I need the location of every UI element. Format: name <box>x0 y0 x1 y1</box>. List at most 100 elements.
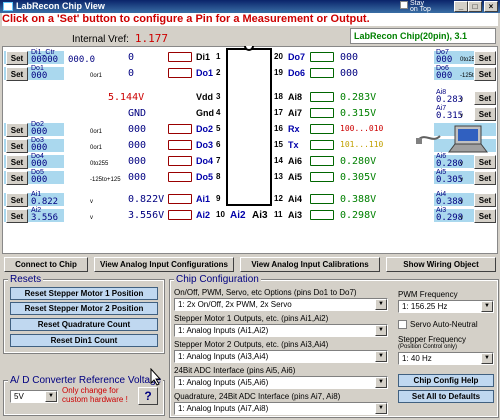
stepper2-select[interactable]: 1: Analog Inputs (Ai3,Ai4) ▼ <box>174 350 388 363</box>
quad-select[interactable]: 1: Analog Inputs (Ai7,Ai8) ▼ <box>174 402 388 415</box>
left-pin-sub: 0or1 <box>90 145 103 151</box>
set-button-right-1[interactable]: Set <box>474 51 496 65</box>
chevron-down-icon: ▼ <box>375 377 387 388</box>
analog-configs-button[interactable]: View Analog Input Configurations <box>94 257 234 272</box>
set-button-left-9[interactable]: Set <box>6 193 28 207</box>
left-pin-number: 2 <box>216 68 221 77</box>
analog-cals-button[interactable]: View Analog Input Calibrations <box>240 257 380 272</box>
vref-label: Internal Vref: <box>72 34 129 45</box>
right-pin-mode-icon <box>310 92 334 102</box>
stepper-freq-select[interactable]: 1: 40 Hz ▼ <box>398 352 494 365</box>
left-pin-sub: 0or1 <box>90 129 103 135</box>
servo-checkbox[interactable] <box>398 320 407 329</box>
chevron-down-icon: ▼ <box>375 299 387 310</box>
vref-value: 1.177 <box>134 32 169 45</box>
left-pin-name: Do1 <box>196 68 214 78</box>
set-button-right-3[interactable]: Set <box>474 91 496 105</box>
right-pin-value: 000 <box>436 55 453 65</box>
right-pin-number: 11 <box>274 210 283 219</box>
right-pin-number: 20 <box>274 52 283 61</box>
stepper-freq-sub: (Position Control only) <box>398 344 458 350</box>
left-display: 0 <box>128 68 135 79</box>
right-pin-sub: v <box>460 199 463 205</box>
set-button-right-8[interactable]: Set <box>474 171 496 185</box>
set-button-left-10[interactable]: Set <box>6 209 28 223</box>
config-title: Chip Configuration <box>174 274 261 285</box>
right-display: 0.298V <box>340 210 377 221</box>
adc-voltage-select[interactable]: 5V ▼ <box>10 390 58 403</box>
set-button-right-7[interactable]: Set <box>474 155 496 169</box>
left-display: 000 <box>128 156 147 167</box>
right-pin-number: 19 <box>274 68 283 77</box>
stepper1-select[interactable]: 1: Analog Inputs (Ai1,Ai2) ▼ <box>174 324 388 337</box>
right-pin-name: Ai3 <box>288 210 303 220</box>
chevron-down-icon: ▼ <box>45 391 57 402</box>
set-button-right-10[interactable]: Set <box>474 209 496 223</box>
left-pin-number: 8 <box>216 172 221 181</box>
stay-on-top-checkbox[interactable]: Stay on Top <box>400 0 432 13</box>
left-display: 5.144V <box>108 92 145 103</box>
left-pin-value: 000 <box>31 175 48 185</box>
right-display: 0.283V <box>340 92 377 103</box>
chip-body <box>226 48 272 206</box>
wiring-button[interactable]: Show Wiring Object <box>386 257 496 272</box>
right-pin-sub: v <box>460 161 463 167</box>
left-pin-name: Di1 <box>196 52 211 62</box>
pwm-select[interactable]: 1: 156.25 Hz ▼ <box>398 300 494 313</box>
left-pin-number: 6 <box>216 140 221 149</box>
right-display: 101...110 <box>340 140 384 149</box>
reset-din1-button[interactable]: Reset Din1 Count <box>10 334 158 347</box>
left-pin-number: 9 <box>216 194 221 203</box>
left-pin-number: 7 <box>216 156 221 165</box>
right-display: 0.305V <box>340 172 377 183</box>
resets-title: Resets <box>8 274 44 285</box>
left-pin-value: 000 <box>31 71 48 81</box>
set-button-left-8[interactable]: Set <box>6 171 28 185</box>
left-display: 3.556V <box>128 210 165 221</box>
checkbox-icon <box>400 1 408 9</box>
laptop-icon <box>448 125 488 153</box>
left-pin-value: 000 <box>31 143 48 153</box>
set-button-right-2[interactable]: Set <box>474 67 496 81</box>
adc24-select[interactable]: 1: Analog Inputs (Ai5,Ai6) ▼ <box>174 376 388 389</box>
left-pin-name: Gnd <box>196 108 214 118</box>
adc-title: A/ D Converter Reference Voltage <box>8 375 164 386</box>
left-pin-value: 000 <box>31 127 48 137</box>
minimize-button[interactable]: _ <box>454 1 468 12</box>
instruction-text: Click on a 'Set' button to configure a P… <box>2 13 498 26</box>
onoff-select[interactable]: 1: 2x On/Off, 2x PWM, 2x Servo ▼ <box>174 298 388 311</box>
set-button-left-5[interactable]: Set <box>6 123 28 137</box>
reset-stepper2-button[interactable]: Reset Stepper Motor 2 Position <box>10 302 158 315</box>
right-pin-number: 17 <box>274 108 283 117</box>
right-pin-name: Do6 <box>288 68 306 78</box>
maximize-button[interactable]: □ <box>468 1 482 12</box>
left-display: 0 <box>128 52 135 63</box>
set-button-right-9[interactable]: Set <box>474 193 496 207</box>
set-defaults-button[interactable]: Set All to Defaults <box>398 390 494 403</box>
left-pin-value: 3.556 <box>31 213 59 223</box>
right-pin-sub: v <box>460 113 463 119</box>
chip-config-help-button[interactable]: Chip Config Help <box>398 374 494 387</box>
reset-quadrature-button[interactable]: Reset Quadrature Count <box>10 318 158 331</box>
reset-stepper1-button[interactable]: Reset Stepper Motor 1 Position <box>10 287 158 300</box>
stepper-freq-label: Stepper Frequency <box>398 335 467 344</box>
adc24-label: 24Bit ADC Interface (pins Ai5, Ai6) <box>174 366 296 375</box>
set-button-left-7[interactable]: Set <box>6 155 28 169</box>
set-button-left-6[interactable]: Set <box>6 139 28 153</box>
right-pin-mode-icon <box>310 108 334 118</box>
left-display: 000 <box>128 172 147 183</box>
left-pin-mode-icon <box>168 68 192 78</box>
right-pin-mode-icon <box>310 52 334 62</box>
set-button-left-1[interactable]: Set <box>6 51 28 65</box>
left-pin-sub: v <box>90 215 93 221</box>
adc-help-button[interactable]: ? <box>138 387 158 405</box>
set-button-right-4[interactable]: Set <box>474 107 496 121</box>
set-button-left-2[interactable]: Set <box>6 67 28 81</box>
right-pin-number: 13 <box>274 172 283 181</box>
right-pin-mode-icon <box>310 124 334 134</box>
close-button[interactable]: × <box>484 1 498 12</box>
right-display: 000 <box>340 52 359 63</box>
connect-button[interactable]: Connect to Chip <box>4 257 88 272</box>
left-pin-name: Do4 <box>196 156 214 166</box>
left-pin-name: Ai2 <box>196 210 211 220</box>
